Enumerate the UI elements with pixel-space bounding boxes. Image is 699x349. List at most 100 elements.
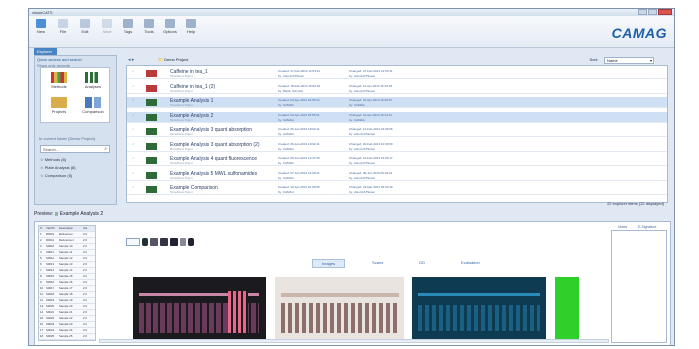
notes-panel: Notes E-Signature bbox=[611, 225, 667, 343]
column-header: Vial Pll bbox=[46, 226, 55, 230]
help-label: Help bbox=[186, 29, 196, 34]
options-button[interactable]: Options bbox=[160, 19, 180, 35]
record-path: Home/Demo Project bbox=[170, 191, 193, 194]
sample-cell: 2.0 bbox=[83, 244, 87, 248]
plate-image-uv254[interactable] bbox=[412, 277, 546, 343]
explorer-toolbar: ◂ ▸ 📁 Demo Project Sort: Name ▾ bbox=[126, 56, 668, 65]
record-path: Home/Demo Project bbox=[170, 133, 193, 136]
facet-comparison-label: Comparison (5) bbox=[44, 173, 73, 178]
save-button[interactable]: Save bbox=[97, 19, 117, 35]
sample-cell: 2.0 bbox=[83, 328, 87, 332]
record-path: Home/Demo Project bbox=[170, 118, 193, 122]
tools-button[interactable]: Tools bbox=[139, 19, 159, 35]
tags-button[interactable]: Tags bbox=[118, 19, 138, 35]
plate-icon[interactable] bbox=[126, 238, 140, 246]
record-created-by: by: CAMAG bbox=[278, 146, 294, 151]
status-icon: ✓ bbox=[132, 156, 135, 160]
current-folder-label: In current folder (Demo Project) bbox=[39, 136, 96, 141]
pencil-icon bbox=[80, 19, 90, 28]
qa-comparison[interactable]: Comparison bbox=[78, 97, 108, 114]
tab-dd[interactable]: DD bbox=[410, 259, 434, 268]
sample-cell: Sample 22 bbox=[59, 316, 73, 320]
sample-cell: S0022 bbox=[46, 316, 55, 320]
record-changed: Changed: 23-Mar-2013 06:00:49 bbox=[349, 185, 393, 189]
visualizer-icon[interactable] bbox=[180, 238, 186, 246]
sample-cell: Sample 23 bbox=[59, 322, 73, 326]
tab-scans[interactable]: Scans bbox=[363, 259, 392, 268]
maximize-button[interactable] bbox=[648, 9, 657, 15]
sample-cell: S0018 bbox=[46, 292, 55, 296]
breadcrumb[interactable]: 📁 Demo Project bbox=[158, 57, 188, 62]
record-created: Created: 18-Feb-2013 15:09:49 bbox=[278, 83, 321, 88]
table-row[interactable]: ✓ Example Comparison Home/Demo Project Crea… bbox=[127, 184, 667, 195]
tab-e-signature[interactable]: E-Signature bbox=[638, 225, 656, 229]
table-row[interactable]: ✓ Example Analysis 3 quant absorption Home… bbox=[127, 126, 667, 137]
table-row[interactable]: ✓ Example Analysis 4 quant fluorescence Ho… bbox=[127, 155, 667, 166]
qa-comparison-label: Comparison bbox=[82, 109, 104, 114]
table-row[interactable]: ✓ Caffeine in tea_1 Home/Demo Project Creat… bbox=[127, 68, 667, 79]
table-row[interactable]: ✓ Example Analysis 3 quant absorption (2)… bbox=[127, 141, 667, 152]
facet-plate-analysis[interactable]: ☆ Plate Analysis (8) bbox=[40, 165, 76, 170]
sample-cell: S0023 bbox=[46, 322, 55, 326]
sample-row[interactable]: 18 S0025 Sample 25 2.0 bbox=[39, 334, 95, 340]
sample-cell: 2.0 bbox=[83, 250, 87, 254]
edit-button[interactable]: Edit bbox=[75, 19, 95, 35]
options-icon bbox=[165, 19, 175, 28]
sample-cell: Sample 12 bbox=[59, 256, 73, 260]
record-path: Home/Demo Project bbox=[170, 89, 193, 93]
quick-access-grid: Methods Analyses Projects Comparison bbox=[40, 67, 110, 123]
sample-cell: Reference ii bbox=[59, 238, 74, 242]
facet-comparison[interactable]: ☆ Comparison (5) bbox=[40, 173, 72, 178]
chamber-icon[interactable] bbox=[150, 238, 158, 246]
minimize-button[interactable] bbox=[638, 9, 647, 15]
plate-image-white[interactable] bbox=[275, 277, 404, 343]
sample-cell: 2.0 bbox=[83, 274, 87, 278]
qa-analyses[interactable]: Analyses bbox=[78, 72, 108, 89]
analysis-icon bbox=[146, 128, 157, 135]
analysis-icon bbox=[146, 70, 157, 77]
table-row[interactable]: ✓ Caffeine in tea_1 (2) Home/Demo Project C… bbox=[127, 83, 667, 94]
sample-cell: Sample 13 bbox=[59, 262, 73, 266]
sample-cell: 2.0 bbox=[83, 232, 87, 236]
close-button[interactable] bbox=[658, 9, 672, 15]
sort-select[interactable]: Name ▾ bbox=[604, 57, 654, 64]
heater-icon[interactable] bbox=[170, 238, 178, 246]
scanner-icon[interactable] bbox=[188, 238, 194, 246]
qa-projects[interactable]: Projects bbox=[44, 97, 74, 114]
record-changed-by: by: visionCATSuser bbox=[349, 146, 376, 151]
plate-image-partial[interactable] bbox=[555, 277, 579, 343]
applicator-icon[interactable] bbox=[142, 238, 148, 246]
record-changed-by: by: visionCATSuser bbox=[349, 132, 376, 136]
record-created-by: by: Martin Schmidt bbox=[278, 88, 303, 93]
derivatizer-icon[interactable] bbox=[160, 238, 168, 246]
sort-value: Name bbox=[607, 58, 618, 63]
tab-evaluation[interactable]: Evaluation bbox=[452, 259, 489, 268]
new-label: New bbox=[36, 29, 45, 34]
search-input[interactable]: Search... ⌕ bbox=[40, 145, 110, 153]
sample-cell: Sample 21 bbox=[59, 310, 73, 314]
sample-cell: S0010 bbox=[46, 244, 55, 248]
tab-images[interactable]: Images bbox=[312, 259, 346, 268]
help-button[interactable]: Help bbox=[181, 19, 201, 35]
status-icon: ✓ bbox=[132, 170, 135, 175]
qa-methods[interactable]: Methods bbox=[44, 72, 74, 89]
table-row[interactable]: ✓ Example Analysis 1 Home/Demo Project Crea… bbox=[127, 97, 667, 108]
camag-logo: CAMAG bbox=[611, 25, 667, 41]
tab-notes[interactable]: Notes bbox=[618, 225, 627, 229]
sample-table: Tr. Vial Pll Description Vol. 1 R0010 Referenc… bbox=[38, 225, 96, 341]
new-button[interactable]: New bbox=[31, 19, 51, 35]
horizontal-scrollbar[interactable] bbox=[99, 339, 609, 343]
record-path: Home/Demo Project bbox=[170, 162, 193, 165]
back-forward-icon[interactable]: ◂ ▸ bbox=[128, 57, 134, 63]
record-changed: Changed: 10-Apr-2013 16:14:41 bbox=[349, 112, 393, 117]
table-row[interactable]: ✓ Example Analysis 2 Home/Demo Project Crea… bbox=[127, 111, 667, 123]
file-button[interactable]: File bbox=[53, 19, 73, 35]
plate-image-uv366[interactable] bbox=[133, 277, 266, 343]
facet-methods[interactable]: ☆ Methods (8) bbox=[40, 157, 66, 162]
sample-cell: 2.0 bbox=[83, 268, 87, 272]
status-icon: ✓ bbox=[132, 127, 135, 131]
sample-cell: 2.0 bbox=[83, 298, 87, 302]
analyses-icon bbox=[85, 72, 101, 83]
tab-explorer[interactable]: Explorer bbox=[34, 48, 57, 55]
table-row[interactable]: ✓ Example Analysis 5 MWL sulfonamides Home… bbox=[127, 170, 667, 181]
